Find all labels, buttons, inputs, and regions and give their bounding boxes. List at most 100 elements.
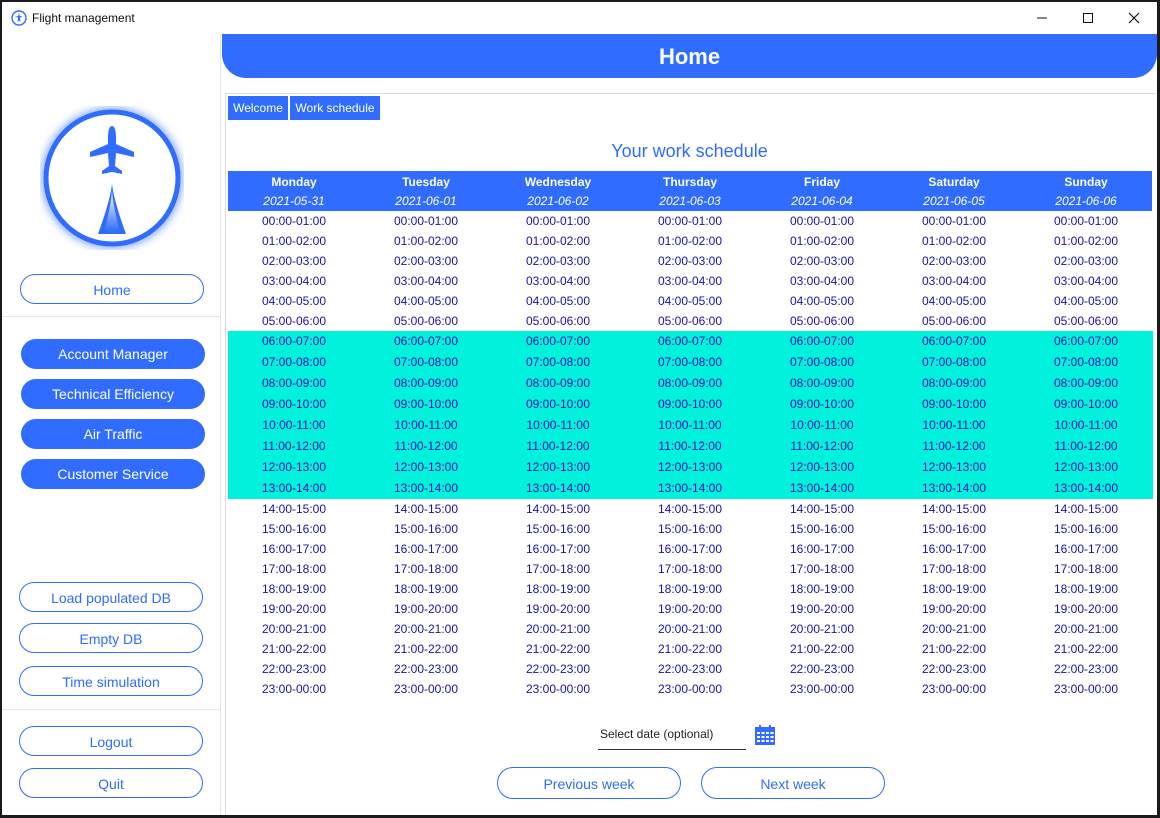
time-slot[interactable]: 10:00-11:00 — [492, 418, 624, 432]
time-slot[interactable]: 21:00-22:00 — [1020, 642, 1152, 656]
time-slot[interactable]: 23:00-00:00 — [888, 682, 1020, 696]
time-slot[interactable]: 18:00-19:00 — [228, 582, 360, 596]
time-slot[interactable]: 18:00-19:00 — [624, 582, 756, 596]
time-slot[interactable]: 10:00-11:00 — [1020, 418, 1152, 432]
time-slot[interactable]: 00:00-01:00 — [228, 214, 360, 228]
time-slot[interactable]: 01:00-02:00 — [492, 234, 624, 248]
technical-efficiency-button[interactable]: Technical Efficiency — [21, 379, 205, 409]
time-slot[interactable]: 13:00-14:00 — [888, 481, 1020, 495]
quit-button[interactable]: Quit — [19, 768, 203, 798]
time-slot[interactable]: 06:00-07:00 — [492, 334, 624, 348]
time-slot[interactable]: 03:00-04:00 — [624, 274, 756, 288]
time-slot[interactable]: 05:00-06:00 — [756, 314, 888, 328]
time-slot[interactable]: 03:00-04:00 — [360, 274, 492, 288]
time-slot[interactable]: 16:00-17:00 — [492, 542, 624, 556]
previous-week-button[interactable]: Previous week — [497, 767, 681, 799]
time-slot[interactable]: 00:00-01:00 — [756, 214, 888, 228]
time-slot[interactable]: 02:00-03:00 — [624, 254, 756, 268]
time-slot[interactable]: 17:00-18:00 — [1020, 562, 1152, 576]
time-slot[interactable]: 09:00-10:00 — [756, 397, 888, 411]
time-slot[interactable]: 22:00-23:00 — [888, 662, 1020, 676]
time-slot[interactable]: 21:00-22:00 — [756, 642, 888, 656]
customer-service-button[interactable]: Customer Service — [21, 459, 205, 489]
time-slot[interactable]: 01:00-02:00 — [756, 234, 888, 248]
time-slot[interactable]: 04:00-05:00 — [360, 294, 492, 308]
time-slot[interactable]: 08:00-09:00 — [492, 376, 624, 390]
time-slot[interactable]: 07:00-08:00 — [1020, 355, 1152, 369]
time-slot[interactable]: 02:00-03:00 — [888, 254, 1020, 268]
time-slot[interactable]: 04:00-05:00 — [1020, 294, 1152, 308]
time-slot[interactable]: 00:00-01:00 — [888, 214, 1020, 228]
time-slot[interactable]: 15:00-16:00 — [888, 522, 1020, 536]
time-slot[interactable]: 16:00-17:00 — [624, 542, 756, 556]
time-slot[interactable]: 04:00-05:00 — [228, 294, 360, 308]
time-slot[interactable]: 11:00-12:00 — [360, 439, 492, 453]
time-slot[interactable]: 22:00-23:00 — [492, 662, 624, 676]
time-slot[interactable]: 03:00-04:00 — [756, 274, 888, 288]
time-slot[interactable]: 20:00-21:00 — [1020, 622, 1152, 636]
time-slot[interactable]: 17:00-18:00 — [756, 562, 888, 576]
time-slot[interactable]: 10:00-11:00 — [360, 418, 492, 432]
time-slot[interactable]: 07:00-08:00 — [492, 355, 624, 369]
time-slot[interactable]: 01:00-02:00 — [888, 234, 1020, 248]
time-slot[interactable]: 13:00-14:00 — [228, 481, 360, 495]
time-slot[interactable]: 08:00-09:00 — [756, 376, 888, 390]
time-slot[interactable]: 14:00-15:00 — [756, 502, 888, 516]
time-slot[interactable]: 12:00-13:00 — [624, 460, 756, 474]
time-slot[interactable]: 23:00-00:00 — [228, 682, 360, 696]
time-slot[interactable]: 15:00-16:00 — [228, 522, 360, 536]
time-slot[interactable]: 00:00-01:00 — [492, 214, 624, 228]
time-slot[interactable]: 06:00-07:00 — [756, 334, 888, 348]
time-slot[interactable]: 18:00-19:00 — [360, 582, 492, 596]
time-slot[interactable]: 11:00-12:00 — [624, 439, 756, 453]
time-slot[interactable]: 07:00-08:00 — [624, 355, 756, 369]
time-slot[interactable]: 12:00-13:00 — [888, 460, 1020, 474]
time-slot[interactable]: 14:00-15:00 — [492, 502, 624, 516]
time-slot[interactable]: 02:00-03:00 — [756, 254, 888, 268]
time-slot[interactable]: 12:00-13:00 — [1020, 460, 1152, 474]
time-slot[interactable]: 09:00-10:00 — [888, 397, 1020, 411]
time-slot[interactable]: 06:00-07:00 — [228, 334, 360, 348]
time-slot[interactable]: 16:00-17:00 — [360, 542, 492, 556]
air-traffic-button[interactable]: Air Traffic — [21, 419, 205, 449]
time-slot[interactable]: 19:00-20:00 — [492, 602, 624, 616]
time-slot[interactable]: 14:00-15:00 — [624, 502, 756, 516]
time-slot[interactable]: 14:00-15:00 — [888, 502, 1020, 516]
time-slot[interactable]: 01:00-02:00 — [360, 234, 492, 248]
time-slot[interactable]: 22:00-23:00 — [624, 662, 756, 676]
time-slot[interactable]: 18:00-19:00 — [756, 582, 888, 596]
time-slot[interactable]: 23:00-00:00 — [756, 682, 888, 696]
time-slot[interactable]: 20:00-21:00 — [756, 622, 888, 636]
time-slot[interactable]: 05:00-06:00 — [1020, 314, 1152, 328]
time-slot[interactable]: 08:00-09:00 — [1020, 376, 1152, 390]
time-slot[interactable]: 01:00-02:00 — [1020, 234, 1152, 248]
time-slot[interactable]: 20:00-21:00 — [492, 622, 624, 636]
time-slot[interactable]: 19:00-20:00 — [624, 602, 756, 616]
time-slot[interactable]: 05:00-06:00 — [492, 314, 624, 328]
time-slot[interactable]: 19:00-20:00 — [1020, 602, 1152, 616]
time-slot[interactable]: 22:00-23:00 — [756, 662, 888, 676]
time-slot[interactable]: 15:00-16:00 — [1020, 522, 1152, 536]
time-slot[interactable]: 17:00-18:00 — [888, 562, 1020, 576]
time-slot[interactable]: 21:00-22:00 — [624, 642, 756, 656]
time-slot[interactable]: 22:00-23:00 — [1020, 662, 1152, 676]
empty-db-button[interactable]: Empty DB — [19, 623, 203, 653]
time-slot[interactable]: 00:00-01:00 — [1020, 214, 1152, 228]
time-slot[interactable]: 17:00-18:00 — [492, 562, 624, 576]
time-slot[interactable]: 21:00-22:00 — [492, 642, 624, 656]
time-slot[interactable]: 02:00-03:00 — [228, 254, 360, 268]
load-populated-db-button[interactable]: Load populated DB — [19, 582, 203, 612]
time-slot[interactable]: 13:00-14:00 — [360, 481, 492, 495]
time-slot[interactable]: 12:00-13:00 — [492, 460, 624, 474]
time-slot[interactable]: 23:00-00:00 — [492, 682, 624, 696]
time-slot[interactable]: 02:00-03:00 — [360, 254, 492, 268]
time-slot[interactable]: 14:00-15:00 — [1020, 502, 1152, 516]
time-slot[interactable]: 14:00-15:00 — [360, 502, 492, 516]
time-slot[interactable]: 10:00-11:00 — [624, 418, 756, 432]
time-slot[interactable]: 02:00-03:00 — [1020, 254, 1152, 268]
time-slot[interactable]: 22:00-23:00 — [360, 662, 492, 676]
time-simulation-button[interactable]: Time simulation — [19, 666, 203, 696]
time-slot[interactable]: 11:00-12:00 — [492, 439, 624, 453]
time-slot[interactable]: 03:00-04:00 — [888, 274, 1020, 288]
time-slot[interactable]: 17:00-18:00 — [624, 562, 756, 576]
